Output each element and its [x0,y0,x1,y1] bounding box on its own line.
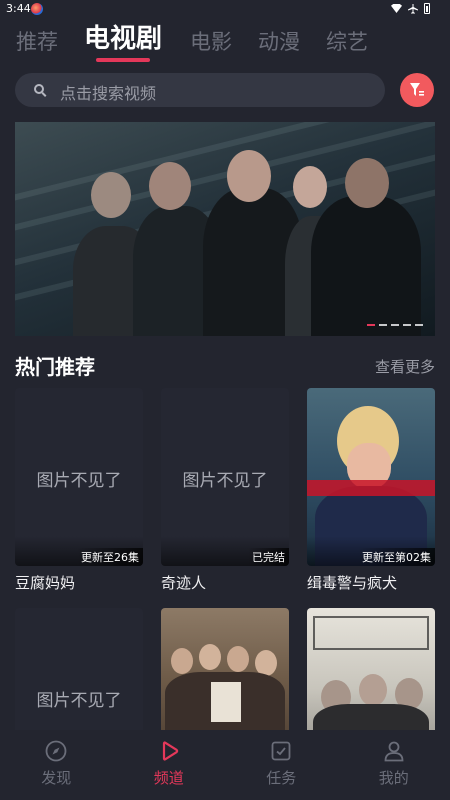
episode-badge: 更新至26集 [77,548,143,566]
banner-dot[interactable] [415,324,423,326]
video-card[interactable]: 图片不见了 已完结 奇迹人 [161,388,289,593]
nav-label: 频道 [153,769,184,787]
poster-placeholder: 图片不见了 更新至26集 [15,388,143,566]
nav-label: 我的 [378,769,409,787]
category-tabs: 推荐 电视剧 电影 动漫 综艺 [16,22,394,62]
poster-title-art [313,616,429,650]
see-more-link[interactable]: 查看更多 [375,356,435,377]
nav-profile[interactable]: 我的 [338,730,450,800]
app-notification-icon [31,3,43,15]
search-icon [34,84,44,94]
poster-person [227,646,249,672]
nav-label: 发现 [41,769,72,787]
status-time: 3:44 [6,2,31,15]
tab-variety[interactable]: 综艺 [326,26,368,58]
task-check-icon [271,741,291,761]
banner-dot[interactable] [379,324,387,326]
tab-recommend[interactable]: 推荐 [16,26,58,58]
nav-discover[interactable]: 发现 [0,730,113,800]
featured-banner[interactable] [15,122,435,336]
banner-cast-head [293,166,327,208]
user-icon [384,741,404,762]
poster-person [199,644,221,670]
nav-label: 任务 [266,769,297,787]
poster-person [359,674,387,706]
bottom-navigation: 发现 频道 任务 我的 [0,730,450,800]
poster-placeholder: 图片不见了 已完结 [161,388,289,566]
card-title: 缉毒警与疯犬 [307,574,398,592]
image-missing-text: 图片不见了 [36,471,122,491]
banner-pagination [367,324,423,326]
section-title: 热门推荐 [15,355,95,379]
search-input[interactable]: 点击搜索视频 [15,73,385,107]
play-icon [162,741,178,761]
wifi-icon [391,4,402,13]
tab-movies[interactable]: 电影 [190,26,232,58]
image-missing-text: 图片不见了 [182,471,268,491]
tab-tv-series[interactable]: 电视剧 [84,22,162,62]
poster-person [171,648,193,674]
banner-dot[interactable] [403,324,411,326]
video-card[interactable]: 更新至第02集 缉毒警与疯犬 [307,388,435,593]
compass-icon [45,740,67,762]
airplane-mode-icon [408,3,418,14]
battery-icon [424,3,430,14]
banner-dot[interactable] [391,324,399,326]
video-card[interactable]: 图片不见了 更新至26集 豆腐妈妈 [15,388,143,593]
banner-cast-head [345,158,389,208]
nav-tasks[interactable]: 任务 [225,730,338,800]
banner-dot-active[interactable] [367,324,375,326]
poster-image: 更新至第02集 [307,388,435,566]
card-title: 豆腐妈妈 [15,574,76,592]
status-icons [391,3,430,14]
banner-cast-head [149,162,191,210]
filter-button[interactable] [400,73,434,107]
banner-cast-head [227,150,271,202]
poster-person [211,682,241,722]
search-placeholder: 点击搜索视频 [60,84,157,103]
banner-cast-figure [311,196,421,336]
status-bar: 3:44 [0,0,450,18]
poster-title-art [307,480,435,496]
banner-cast-head [91,172,131,218]
image-missing-text: 图片不见了 [36,691,122,711]
episode-badge: 更新至第02集 [358,548,435,566]
tab-anime[interactable]: 动漫 [258,26,300,58]
episode-badge: 已完结 [248,548,289,566]
card-title: 奇迹人 [161,574,207,592]
nav-channel[interactable]: 频道 [113,730,226,800]
filter-icon [410,83,424,96]
